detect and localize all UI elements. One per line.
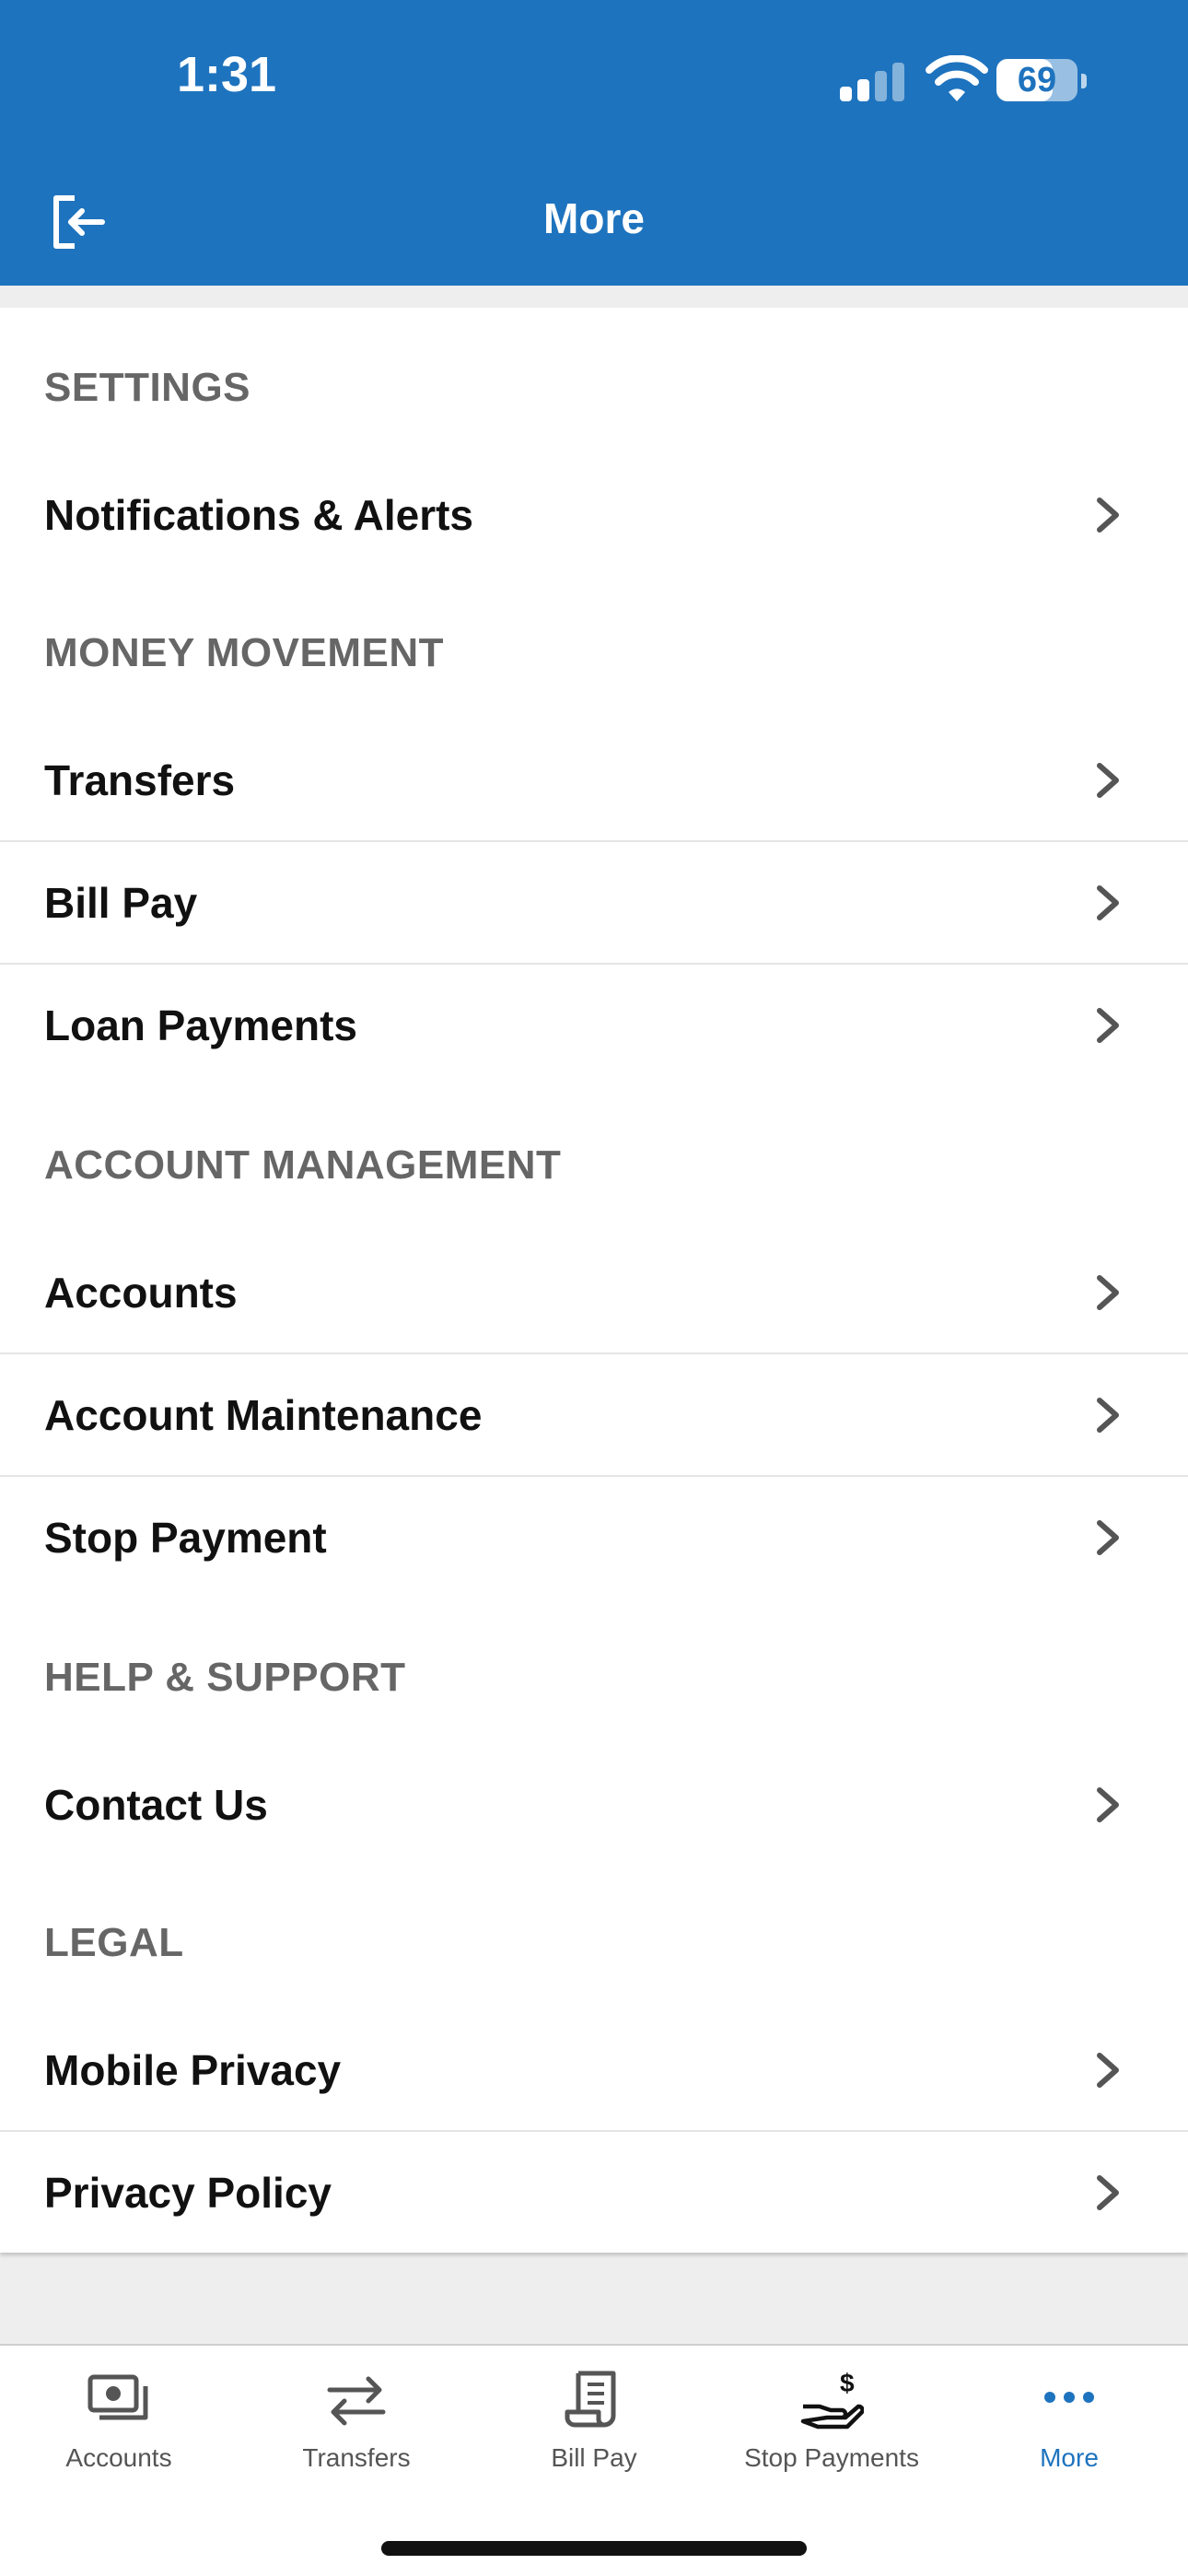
- chevron-right-icon: [1097, 2174, 1119, 2210]
- menu-item-label: Loan Payments: [44, 1001, 357, 1049]
- chevron-right-icon: [1097, 2053, 1119, 2088]
- tab-label: Stop Payments: [744, 2443, 919, 2472]
- tab-bill-pay[interactable]: Bill Pay: [475, 2346, 713, 2512]
- menu-item-bill-pay[interactable]: Bill Pay: [0, 840, 1188, 963]
- section-title: SETTINGS: [44, 365, 251, 410]
- transfers-icon: [327, 2376, 386, 2426]
- chevron-right-icon: [1097, 763, 1119, 798]
- tab-stop-payments[interactable]: $ Stop Payments: [713, 2346, 950, 2512]
- status-time: 1:31: [177, 47, 277, 102]
- section-title: ACCOUNT MANAGEMENT: [44, 1142, 562, 1188]
- chevron-right-icon: [1097, 498, 1119, 533]
- section-settings: SETTINGS Notifications & Alerts: [0, 308, 1188, 575]
- tab-more[interactable]: More: [950, 2346, 1188, 2512]
- bill-pay-icon: [565, 2371, 616, 2428]
- more-icon: [1044, 2392, 1094, 2403]
- menu-item-label: Notifications & Alerts: [44, 491, 474, 539]
- section-account-management: ACCOUNT MANAGEMENT Accounts Account Main…: [0, 1085, 1188, 1598]
- page-title: More: [543, 194, 645, 242]
- menu-item-label: Privacy Policy: [44, 2168, 332, 2217]
- battery-icon: 69: [996, 59, 1077, 101]
- menu-item-loan-payments[interactable]: Loan Payments: [0, 963, 1188, 1085]
- menu-item-notifications-alerts[interactable]: Notifications & Alerts: [0, 455, 1188, 575]
- chevron-right-icon: [1097, 1275, 1119, 1310]
- home-indicator: [381, 2541, 807, 2556]
- tab-label: Transfers: [302, 2443, 411, 2472]
- tab-accounts[interactable]: Accounts: [0, 2346, 238, 2512]
- cellular-signal-icon: [840, 63, 906, 101]
- stop-payments-icon: $: [800, 2370, 864, 2430]
- section-help-support: HELP & SUPPORT Contact Us: [0, 1598, 1188, 1865]
- tab-transfers[interactable]: Transfers: [238, 2346, 475, 2512]
- app-header: 1:31 69 More: [0, 0, 1188, 286]
- section-money-movement: MONEY MOVEMENT Transfers Bill Pay Loan P…: [0, 573, 1188, 1085]
- menu-item-label: Transfers: [44, 756, 236, 804]
- menu-item-accounts[interactable]: Accounts: [0, 1233, 1188, 1352]
- svg-text:$: $: [840, 2370, 855, 2397]
- menu-item-stop-payment[interactable]: Stop Payment: [0, 1475, 1188, 1598]
- menu-item-label: Mobile Privacy: [44, 2046, 342, 2094]
- section-title: HELP & SUPPORT: [44, 1655, 406, 1700]
- tab-label: Accounts: [65, 2443, 172, 2472]
- battery-percentage: 69: [1017, 61, 1057, 100]
- section-legal: LEGAL Mobile Privacy Privacy Policy: [0, 1863, 1188, 2253]
- menu-item-label: Contact Us: [44, 1781, 268, 1829]
- status-icons: 69: [840, 55, 1089, 105]
- menu-item-label: Bill Pay: [44, 878, 198, 927]
- menu-item-privacy-policy[interactable]: Privacy Policy: [0, 2130, 1188, 2253]
- chevron-right-icon: [1097, 1519, 1119, 1555]
- chevron-right-icon: [1097, 1787, 1119, 1822]
- tab-label: More: [1040, 2443, 1099, 2472]
- menu-item-label: Account Maintenance: [44, 1390, 483, 1439]
- chevron-right-icon: [1097, 1397, 1119, 1433]
- section-title: LEGAL: [44, 1920, 184, 1965]
- wifi-icon: [926, 55, 988, 101]
- accounts-icon: [87, 2374, 148, 2420]
- menu-item-mobile-privacy[interactable]: Mobile Privacy: [0, 2010, 1188, 2130]
- chevron-right-icon: [1097, 1007, 1119, 1043]
- section-title: MONEY MOVEMENT: [44, 630, 445, 675]
- menu-item-transfers[interactable]: Transfers: [0, 720, 1188, 840]
- tab-label: Bill Pay: [551, 2443, 637, 2472]
- chevron-right-icon: [1097, 884, 1119, 920]
- menu-item-contact-us[interactable]: Contact Us: [0, 1745, 1188, 1865]
- menu-item-account-maintenance[interactable]: Account Maintenance: [0, 1352, 1188, 1475]
- menu-item-label: Accounts: [44, 1269, 238, 1317]
- menu-item-label: Stop Payment: [44, 1513, 327, 1562]
